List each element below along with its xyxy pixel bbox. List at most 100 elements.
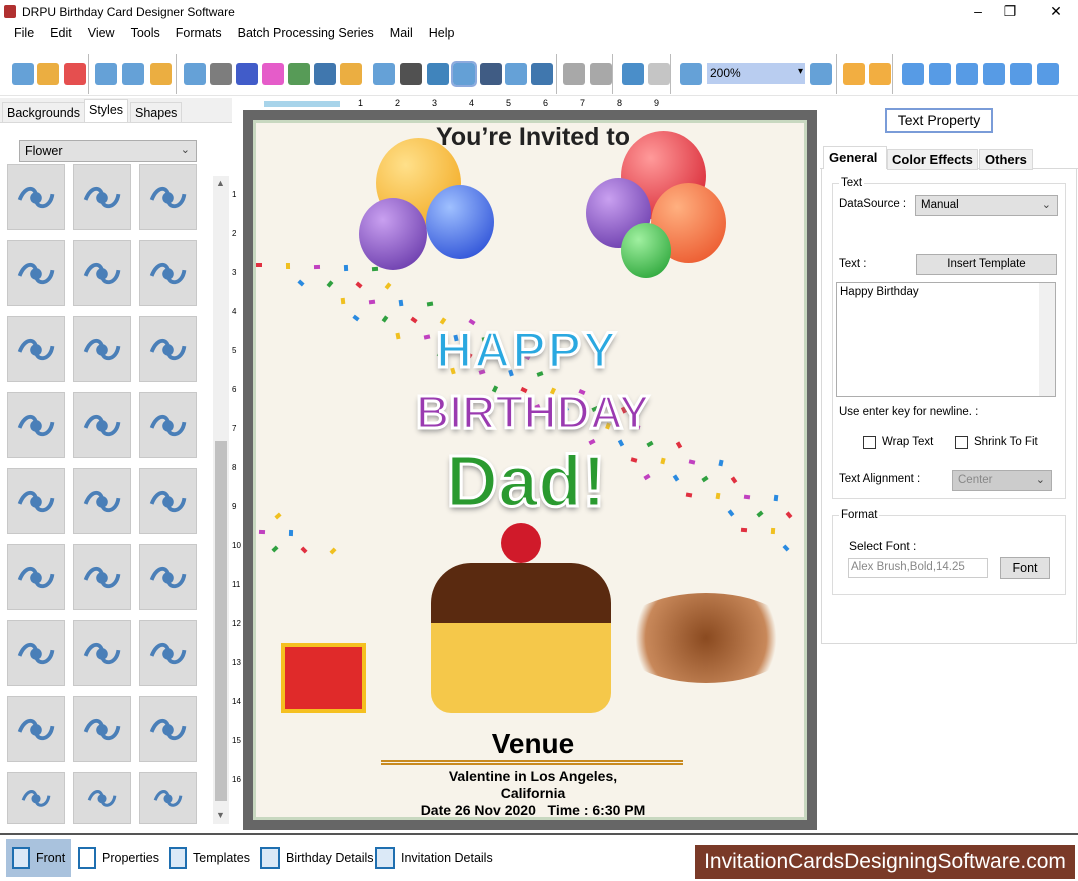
tab-front[interactable]: Front — [6, 839, 72, 877]
arrow-down-icon[interactable] — [1037, 63, 1059, 85]
database-add-icon[interactable] — [563, 63, 585, 85]
arrow-right-icon[interactable] — [956, 63, 978, 85]
tab-styles[interactable]: Styles — [84, 99, 129, 122]
zoom-dropdown[interactable]: 200% ▾ — [707, 63, 805, 84]
menu-formats[interactable]: Formats — [168, 24, 230, 40]
style-thumbnail[interactable] — [139, 620, 197, 686]
style-thumbnail[interactable] — [7, 544, 65, 610]
style-thumbnail[interactable] — [73, 164, 131, 230]
menu-batch[interactable]: Batch Processing Series — [230, 24, 382, 40]
tab-birthday-details[interactable]: Birthday Details — [254, 839, 380, 877]
style-thumbnail[interactable] — [73, 392, 131, 458]
arrow-left-icon[interactable] — [902, 63, 924, 85]
style-thumbnail[interactable] — [139, 392, 197, 458]
line-icon[interactable] — [531, 63, 553, 85]
align-icon[interactable] — [1010, 63, 1032, 85]
signature-icon[interactable] — [314, 63, 336, 85]
style-thumbnail[interactable] — [139, 240, 197, 306]
style-thumbnail[interactable] — [139, 696, 197, 762]
save-as-icon[interactable] — [122, 63, 144, 85]
tab-general[interactable]: General — [823, 146, 887, 169]
insert-image-icon[interactable] — [288, 63, 310, 85]
flip-icon[interactable] — [929, 63, 951, 85]
shrink-to-fit-checkbox[interactable] — [955, 436, 968, 449]
maximize-button[interactable]: ❐ — [990, 0, 1030, 24]
menu-tools[interactable]: Tools — [123, 24, 168, 40]
date-time[interactable]: Date 26 Nov 2020 Time : 6:30 PM — [256, 802, 804, 817]
venue-line2[interactable]: California — [256, 785, 804, 801]
menu-mail[interactable]: Mail — [382, 24, 421, 40]
category-dropdown[interactable]: Flower ⌄ — [19, 140, 197, 162]
style-thumbnail[interactable] — [73, 620, 131, 686]
close-file-icon[interactable] — [64, 63, 86, 85]
style-thumbnail[interactable] — [73, 544, 131, 610]
style-thumbnail[interactable] — [7, 696, 65, 762]
style-thumbnail[interactable] — [7, 772, 65, 824]
style-thumbnail[interactable] — [73, 316, 131, 382]
tab-color-effects[interactable]: Color Effects — [887, 149, 978, 170]
menu-file[interactable]: File — [6, 24, 42, 40]
print-icon[interactable] — [210, 63, 232, 85]
card-heading[interactable]: You’re Invited to — [256, 123, 804, 152]
zoom-out-icon[interactable] — [810, 63, 832, 85]
lock-icon[interactable] — [843, 63, 865, 85]
card-name[interactable]: Dad! — [445, 441, 608, 524]
mail-icon[interactable] — [505, 63, 527, 85]
datasource-dropdown[interactable]: Manual ⌄ — [915, 195, 1058, 216]
style-thumbnail[interactable] — [139, 544, 197, 610]
scrollbar-thumb[interactable] — [215, 441, 227, 801]
close-button[interactable]: ✕ — [1036, 0, 1076, 24]
venue-line1[interactable]: Valentine in Los Angeles, — [256, 768, 804, 784]
gift-icon[interactable] — [262, 63, 284, 85]
style-thumbnail[interactable] — [7, 164, 65, 230]
card-happy[interactable]: HAPPY — [434, 321, 618, 380]
style-thumbnail[interactable] — [73, 772, 131, 824]
text-property-button[interactable]: Text Property — [885, 108, 993, 133]
text-input[interactable]: Happy Birthday — [836, 282, 1056, 397]
insert-template-button[interactable]: Insert Template — [916, 254, 1057, 275]
style-thumbnail[interactable] — [7, 468, 65, 534]
tab-shapes[interactable]: Shapes — [130, 102, 183, 122]
word-art-icon[interactable] — [480, 63, 502, 85]
zoom-in-icon[interactable] — [680, 63, 702, 85]
arrow-up-icon[interactable] — [983, 63, 1005, 85]
new-icon[interactable] — [12, 63, 34, 85]
watermark-icon[interactable] — [373, 63, 395, 85]
properties-icon[interactable] — [184, 63, 206, 85]
tab-backgrounds[interactable]: Backgrounds — [2, 102, 85, 122]
text-scrollbar[interactable] — [1039, 283, 1055, 396]
card-birthday[interactable]: BIRTHDAY — [414, 385, 650, 440]
database-icon[interactable] — [590, 63, 612, 85]
export-icon[interactable] — [150, 63, 172, 85]
style-thumbnail[interactable] — [7, 392, 65, 458]
style-thumbnail[interactable] — [7, 240, 65, 306]
save-icon[interactable] — [95, 63, 117, 85]
thumbnail-scrollbar[interactable]: ▲ ▼ — [213, 176, 229, 824]
tab-others[interactable]: Others — [979, 149, 1033, 170]
menu-help[interactable]: Help — [421, 24, 463, 40]
alignment-dropdown[interactable]: Center ⌄ — [952, 470, 1052, 491]
style-thumbnail[interactable] — [73, 468, 131, 534]
style-thumbnail[interactable] — [139, 316, 197, 382]
shapes-icon[interactable] — [340, 63, 362, 85]
menu-view[interactable]: View — [80, 24, 123, 40]
copy-pages-icon[interactable] — [236, 63, 258, 85]
open-icon[interactable] — [37, 63, 59, 85]
style-thumbnail[interactable] — [73, 696, 131, 762]
style-thumbnail[interactable] — [7, 620, 65, 686]
birthday-card[interactable]: You’re Invited to HAPPY BIRTHDAY Dad! Ve… — [253, 120, 807, 820]
style-thumbnail[interactable] — [73, 240, 131, 306]
menu-edit[interactable]: Edit — [42, 24, 80, 40]
tab-properties[interactable]: Properties — [72, 839, 165, 877]
style-thumbnail[interactable] — [139, 164, 197, 230]
undo-icon[interactable] — [622, 63, 644, 85]
font-button[interactable]: Font — [1000, 557, 1050, 579]
text-property-icon[interactable] — [451, 61, 477, 87]
redo-icon[interactable] — [648, 63, 670, 85]
style-thumbnail[interactable] — [139, 772, 197, 824]
venue-title[interactable]: Venue — [256, 728, 804, 760]
barcode-icon[interactable] — [400, 63, 422, 85]
style-thumbnail[interactable] — [7, 316, 65, 382]
text-icon[interactable] — [427, 63, 449, 85]
wrap-text-checkbox[interactable] — [863, 436, 876, 449]
